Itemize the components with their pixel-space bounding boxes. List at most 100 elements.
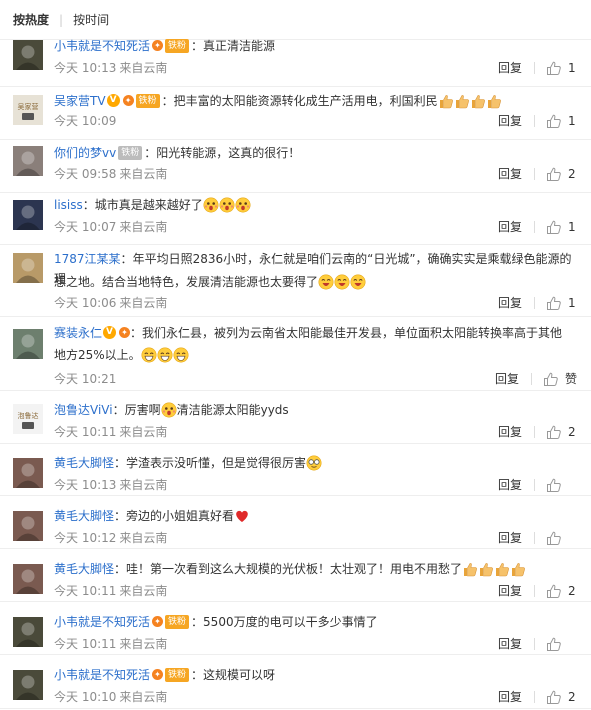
like-button[interactable]: 1: [546, 59, 577, 77]
avatar-caption: 吴家营: [18, 102, 39, 111]
action-divider: [534, 115, 535, 127]
avatar[interactable]: [13, 670, 43, 700]
avatar[interactable]: [13, 564, 43, 594]
username-link[interactable]: 小韦就是不知死活: [54, 668, 150, 682]
like-button[interactable]: [546, 477, 577, 493]
grin-emoji-icon: [173, 347, 189, 363]
colon: ：: [191, 615, 204, 629]
comment-body: 黄毛大脚怪：哇！第一次看到这么大规模的光伏板！太壮观了！用电不用愁了: [54, 559, 575, 579]
like-button[interactable]: 1: [546, 294, 577, 312]
like-count: 赞: [564, 372, 577, 386]
comment-meta: 今天 10:13 来自云南 回复 1: [54, 59, 577, 77]
sort-by-time[interactable]: 按时间: [73, 11, 109, 28]
comment-meta: 今天 10:10 来自云南 回复 2: [54, 688, 577, 706]
reply-button[interactable]: 回复: [498, 112, 522, 130]
comment-meta: 今天 10:21 回复 赞: [54, 370, 577, 388]
avatar[interactable]: [13, 617, 43, 647]
thumbs-up-emoji-icon: [478, 561, 494, 577]
colon: ：: [120, 252, 133, 266]
avatar[interactable]: 泡鲁达: [13, 404, 43, 434]
timestamp: 今天 10:06: [54, 296, 117, 310]
like-button[interactable]: 2: [546, 582, 577, 600]
username-link[interactable]: 吴家营TV: [54, 94, 106, 108]
reply-button[interactable]: 回复: [498, 59, 522, 77]
thumbs-up-icon: [546, 113, 562, 129]
fan-badge: 铁粉: [165, 38, 190, 53]
comment-body: 黄毛大脚怪：学渣表示没听懂，但是觉得很厉害: [54, 453, 575, 473]
like-count: 1: [568, 220, 576, 234]
like-button[interactable]: [546, 530, 577, 546]
like-button[interactable]: 2: [546, 423, 577, 441]
username-link[interactable]: 赛装永仁: [54, 326, 102, 340]
avatar[interactable]: [13, 329, 43, 359]
avatar[interactable]: [13, 146, 43, 176]
timestamp: 今天 10:12: [54, 531, 117, 545]
timestamp: 今天 10:13: [54, 61, 117, 75]
reply-button[interactable]: 回复: [498, 529, 522, 547]
action-divider: [534, 532, 535, 544]
avatar[interactable]: [13, 458, 43, 488]
thumbs-up-icon: [546, 295, 562, 311]
thumbs-up-icon: [546, 477, 562, 493]
thumbs-up-icon: [546, 583, 562, 599]
action-divider: [534, 691, 535, 703]
like-button[interactable]: 1: [546, 218, 577, 236]
comment-body: 黄毛大脚怪：旁边的小姐姐真好看: [54, 506, 575, 526]
sort-separator: |: [59, 12, 64, 27]
username-link[interactable]: 你们的梦vv: [54, 146, 116, 160]
reply-button[interactable]: 回复: [498, 688, 522, 706]
verified-icon: V: [103, 326, 117, 339]
source-location: 来自云南: [119, 637, 168, 651]
comment-item: 赛装永仁 V ✦ ：我们永仁县，被列为云南省太阳能最佳开发县，单位面积太阳能转换率高于…: [0, 317, 591, 391]
username-link[interactable]: 黄毛大脚怪: [54, 562, 114, 576]
comment-actions: 回复 2: [498, 165, 577, 183]
username-link[interactable]: 1787江某某: [54, 252, 121, 266]
avatar[interactable]: 吴家营: [13, 95, 43, 125]
colon: ：: [114, 456, 127, 470]
avatar[interactable]: [13, 253, 43, 283]
username-link[interactable]: 黄毛大脚怪: [54, 456, 114, 470]
reply-button[interactable]: 回复: [498, 635, 522, 653]
reply-button[interactable]: 回复: [498, 165, 522, 183]
colon: ：: [191, 39, 204, 53]
comment-item: lisiss：城市真是越来越好了 今天 10:07 来自云南 回复 1: [0, 193, 591, 245]
like-count: 2: [568, 425, 576, 439]
like-button[interactable]: 2: [546, 688, 577, 706]
username-link[interactable]: 泡鲁达ViVi: [54, 403, 113, 417]
reply-button[interactable]: 回复: [495, 370, 519, 388]
reply-button[interactable]: 回复: [498, 476, 522, 494]
like-count: 1: [568, 114, 576, 128]
action-divider: [530, 373, 532, 385]
comment-body-continued: 地方25%以上。: [54, 345, 575, 365]
username-link[interactable]: 小韦就是不知死活: [54, 615, 150, 629]
avatar-caption: 泡鲁达: [18, 411, 39, 420]
like-button[interactable]: 赞: [543, 370, 577, 388]
surprised-emoji-icon: [235, 197, 251, 213]
sort-bar: 按热度 | 按时间: [0, 0, 591, 40]
like-button[interactable]: 1: [546, 112, 577, 130]
sort-by-hot[interactable]: 按热度: [13, 11, 49, 28]
timestamp: 今天 10:21: [54, 372, 117, 386]
username-link[interactable]: 小韦就是不知死活: [54, 39, 150, 53]
username-link[interactable]: 黄毛大脚怪: [54, 509, 114, 523]
comment-text: 城市真是越来越好了: [94, 198, 203, 212]
comment-actions: 回复 1: [498, 112, 577, 130]
comment-actions: 回复 2: [498, 423, 577, 441]
surprised-emoji-icon: [203, 197, 219, 213]
reply-button[interactable]: 回复: [498, 294, 522, 312]
comment-body: 小韦就是不知死活 ✦ 铁粉 ：这规模可以呀: [54, 665, 575, 685]
avatar[interactable]: [13, 200, 43, 230]
reply-button[interactable]: 回复: [498, 218, 522, 236]
timestamp: 今天 10:10: [54, 690, 117, 704]
like-count: 2: [568, 690, 576, 704]
like-button[interactable]: 2: [546, 165, 577, 183]
reply-button[interactable]: 回复: [498, 423, 522, 441]
avatar[interactable]: [13, 40, 43, 70]
like-button[interactable]: [546, 636, 577, 652]
username-link[interactable]: lisiss: [54, 198, 83, 212]
reply-button[interactable]: 回复: [498, 582, 522, 600]
comment-meta: 今天 09:58 来自云南 回复 2: [54, 165, 577, 183]
comment-meta: 今天 10:11 来自云南 回复 2: [54, 423, 577, 441]
avatar[interactable]: [13, 511, 43, 541]
comment-text: 真正清洁能源: [203, 39, 276, 53]
